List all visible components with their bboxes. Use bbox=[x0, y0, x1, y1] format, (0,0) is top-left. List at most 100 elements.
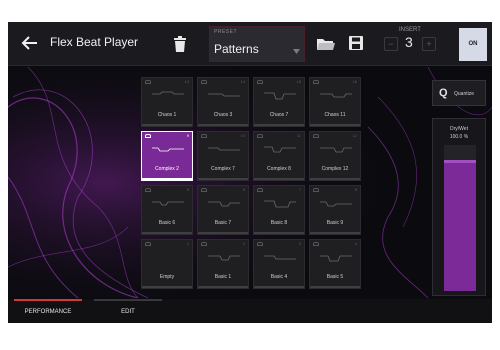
pad-level-bar bbox=[254, 232, 304, 234]
pattern-icon bbox=[257, 188, 263, 192]
insert-decrement-button[interactable]: − bbox=[384, 37, 398, 51]
pad-number: 7 bbox=[298, 187, 301, 192]
dry-wet-fill bbox=[444, 159, 476, 291]
preset-label: PRESET bbox=[214, 29, 238, 35]
pad-name: Complex 8 bbox=[267, 166, 291, 172]
pattern-icon bbox=[257, 242, 263, 246]
pad-14[interactable]: 2 Basic 1 bbox=[197, 239, 249, 289]
pad-name: Complex 7 bbox=[211, 166, 235, 172]
dry-wet-panel: Dry/Wet 100.0 % bbox=[432, 118, 486, 296]
pad-number: 9 bbox=[186, 133, 189, 138]
pad-number: 8 bbox=[354, 187, 357, 192]
pad-number: 6 bbox=[242, 187, 245, 192]
quantize-button[interactable]: Q Quantize bbox=[432, 80, 486, 106]
pad-level-bar bbox=[310, 232, 360, 234]
pad-level-bar bbox=[142, 178, 192, 180]
pad-level-bar bbox=[142, 232, 192, 234]
pad-name: Basic 4 bbox=[270, 274, 288, 280]
pattern-icon bbox=[201, 80, 207, 84]
pad-name: Basic 8 bbox=[270, 220, 288, 226]
insert-label: INSERT bbox=[399, 27, 421, 33]
pad-9[interactable]: 5 Basic 6 bbox=[141, 185, 193, 235]
pattern-icon bbox=[257, 134, 263, 138]
insert-increment-button[interactable]: + bbox=[422, 37, 436, 51]
pattern-waveform-icon bbox=[320, 255, 352, 262]
pattern-icon bbox=[201, 188, 207, 192]
pad-name: Empty bbox=[159, 274, 175, 280]
dry-wet-handle[interactable] bbox=[444, 159, 476, 163]
quantize-icon: Q bbox=[439, 87, 448, 99]
chevron-down-icon bbox=[293, 49, 300, 54]
pattern-waveform-icon bbox=[152, 91, 184, 95]
pad-2[interactable]: 14 Chaos 3 bbox=[197, 77, 249, 127]
pattern-icon bbox=[313, 80, 319, 84]
preset-dropdown[interactable]: PRESET Patterns bbox=[209, 26, 305, 62]
pad-level-bar bbox=[198, 178, 248, 180]
pad-5[interactable]: 9 Complex 2 bbox=[141, 131, 193, 181]
pad-level-bar bbox=[198, 124, 248, 126]
trash-icon[interactable] bbox=[173, 36, 187, 52]
pattern-icon bbox=[313, 134, 319, 138]
dry-wet-label: Dry/Wet bbox=[450, 126, 468, 132]
pad-number: 16 bbox=[352, 79, 357, 84]
pad-6[interactable]: 10 Complex 7 bbox=[197, 131, 249, 181]
pad-13[interactable]: 1 Empty bbox=[141, 239, 193, 289]
pad-number: 10 bbox=[240, 133, 245, 138]
pad-7[interactable]: 11 Complex 8 bbox=[253, 131, 305, 181]
save-icon[interactable] bbox=[349, 36, 363, 50]
back-arrow-icon[interactable] bbox=[20, 33, 40, 53]
pad-name: Chaos 11 bbox=[324, 112, 346, 118]
pattern-waveform-icon bbox=[208, 93, 240, 97]
pad-16[interactable]: 4 Basic 5 bbox=[309, 239, 361, 289]
pad-3[interactable]: 15 Chaos 7 bbox=[253, 77, 305, 127]
tab-performance-indicator bbox=[14, 299, 82, 301]
folder-icon[interactable] bbox=[317, 37, 335, 51]
on-toggle-button[interactable]: ON bbox=[459, 28, 487, 61]
pad-number: 15 bbox=[296, 79, 301, 84]
pad-12[interactable]: 8 Basic 9 bbox=[309, 185, 361, 235]
pad-name: Chaos 3 bbox=[213, 112, 233, 118]
pattern-waveform-icon bbox=[264, 200, 296, 208]
bottom-tab-bar: PERFORMANCE EDIT bbox=[8, 299, 492, 323]
pad-number: 3 bbox=[298, 241, 301, 246]
app-window: Flex Beat Player PRESET Patterns INSERT … bbox=[8, 22, 492, 323]
pad-name: Basic 6 bbox=[158, 220, 176, 226]
pattern-waveform-icon bbox=[208, 147, 240, 151]
pad-number: 1 bbox=[186, 241, 189, 246]
pad-name: Chaos 1 bbox=[157, 112, 177, 118]
tab-edit[interactable]: EDIT bbox=[94, 299, 162, 323]
pattern-waveform-icon bbox=[208, 255, 240, 261]
preset-value: Patterns bbox=[214, 42, 259, 56]
pattern-icon bbox=[201, 134, 207, 138]
pad-level-bar bbox=[142, 124, 192, 126]
pad-level-bar bbox=[142, 286, 192, 288]
quantize-label: Quantize bbox=[454, 91, 475, 97]
pattern-icon bbox=[145, 134, 151, 138]
pad-level-bar bbox=[310, 286, 360, 288]
pad-level-bar bbox=[198, 232, 248, 234]
pad-level-bar bbox=[198, 286, 248, 288]
pattern-icon bbox=[145, 80, 151, 84]
pattern-icon bbox=[257, 80, 263, 84]
pattern-waveform-icon bbox=[152, 201, 184, 206]
pad-4[interactable]: 16 Chaos 11 bbox=[309, 77, 361, 127]
pad-8[interactable]: 12 Complex 12 bbox=[309, 131, 361, 181]
tab-performance-label: PERFORMANCE bbox=[24, 309, 72, 315]
pad-name: Basic 5 bbox=[326, 274, 344, 280]
dry-wet-slider[interactable] bbox=[444, 145, 476, 291]
tab-performance[interactable]: PERFORMANCE bbox=[14, 299, 82, 323]
pad-15[interactable]: 3 Basic 4 bbox=[253, 239, 305, 289]
pad-name: Basic 1 bbox=[214, 274, 232, 280]
pad-name: Basic 9 bbox=[326, 220, 344, 226]
pad-11[interactable]: 7 Basic 8 bbox=[253, 185, 305, 235]
pad-number: 11 bbox=[296, 133, 301, 138]
pattern-icon bbox=[145, 188, 151, 192]
pad-name: Complex 2 bbox=[155, 166, 179, 172]
pad-10[interactable]: 6 Basic 7 bbox=[197, 185, 249, 235]
top-bar: Flex Beat Player PRESET Patterns INSERT … bbox=[8, 22, 492, 66]
pad-number: 5 bbox=[186, 187, 189, 192]
insert-value: 3 bbox=[405, 34, 413, 50]
pad-1[interactable]: 13 Chaos 1 bbox=[141, 77, 193, 127]
pattern-icon bbox=[313, 242, 319, 246]
pad-level-bar bbox=[310, 124, 360, 126]
